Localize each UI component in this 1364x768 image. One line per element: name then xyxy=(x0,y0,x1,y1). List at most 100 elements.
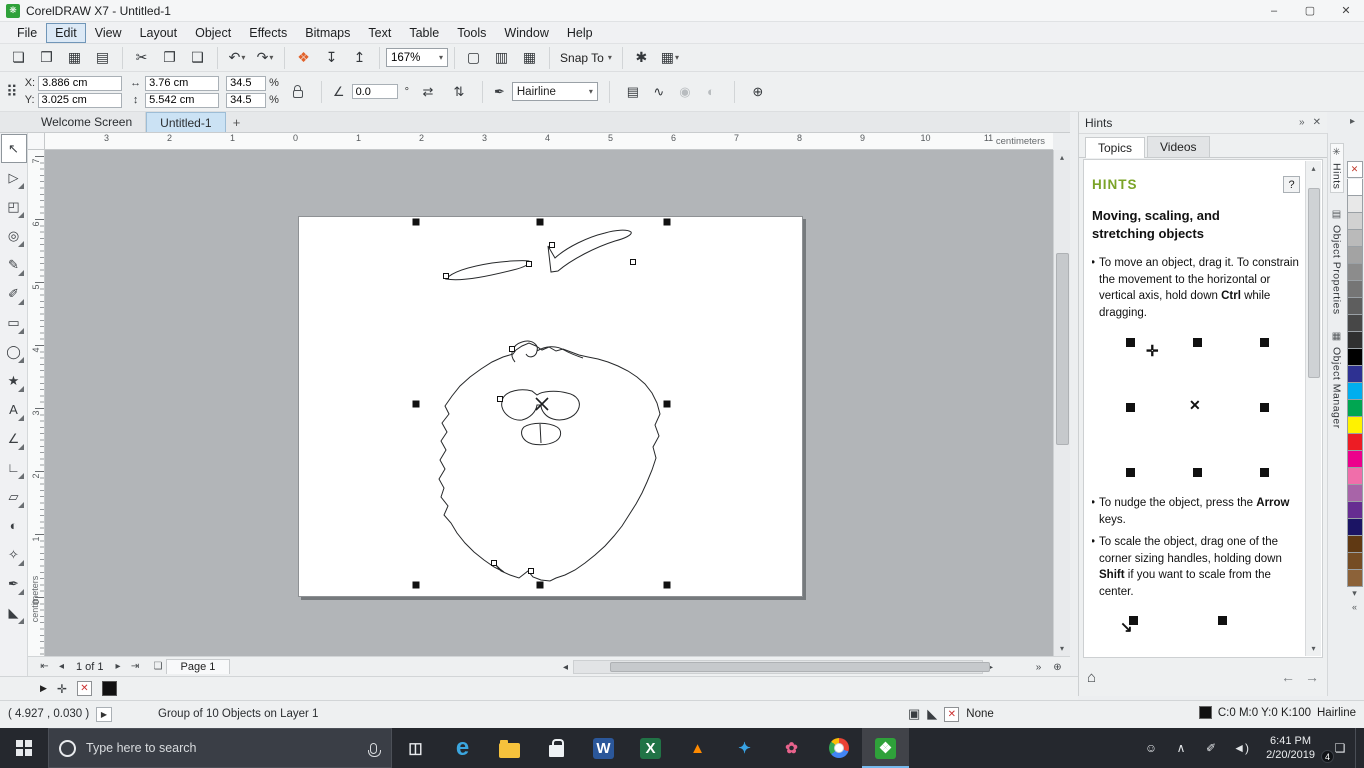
object-height-input[interactable] xyxy=(145,92,220,108)
hints-home-button[interactable]: ⌂ xyxy=(1087,669,1096,686)
menu-item[interactable]: Bitmaps xyxy=(296,23,359,43)
color-swatch[interactable] xyxy=(1346,332,1363,349)
hints-forward-button[interactable]: → xyxy=(1305,669,1319,685)
zoom-level-input[interactable] xyxy=(391,50,435,65)
color-swatch[interactable] xyxy=(1346,366,1363,383)
color-swatch[interactable] xyxy=(1346,400,1363,417)
fill-color-icon[interactable]: ◣ xyxy=(927,706,937,722)
document-navigator-button[interactable]: ⊕ xyxy=(1049,659,1066,675)
outline-pen-tool[interactable]: ✒ xyxy=(1,569,27,598)
clock[interactable]: 6:41 PM 2/20/2019 xyxy=(1256,734,1325,762)
parallel-dimension-tool[interactable]: ∠ xyxy=(1,424,27,453)
action-center-icon[interactable]: ❏ 4 xyxy=(1321,728,1355,768)
ellipse-tool[interactable]: ◯ xyxy=(1,337,27,366)
palette-scroll-down-button[interactable]: ▾ xyxy=(1352,587,1357,600)
close-button[interactable]: ✕ xyxy=(1328,0,1364,21)
scroll-down-button[interactable]: ▾ xyxy=(1054,641,1071,656)
color-swatch[interactable] xyxy=(1346,451,1363,468)
tab-untitled-1[interactable]: Untitled-1 xyxy=(146,112,226,132)
snap-to-dropdown[interactable]: Snap To ▾ xyxy=(556,48,616,67)
taskbar-app-button[interactable]: ▲ xyxy=(674,728,721,768)
show-desktop-button[interactable] xyxy=(1355,728,1360,768)
ruler-origin[interactable] xyxy=(28,133,45,150)
new-document-tab-button[interactable]: + xyxy=(226,112,248,132)
menu-item[interactable]: Object xyxy=(186,23,240,43)
horizontal-scrollbar[interactable]: ◂ ▸ xyxy=(558,659,998,675)
scale-v-input[interactable] xyxy=(226,92,267,108)
color-swatch[interactable] xyxy=(1346,264,1363,281)
zoom-dropdown-button[interactable]: ▾ xyxy=(439,53,443,62)
connector-tool[interactable]: ∟ xyxy=(1,453,27,482)
menu-item[interactable]: Layout xyxy=(131,23,187,43)
text-tool[interactable]: A xyxy=(1,395,27,424)
color-swatch[interactable] xyxy=(1346,281,1363,298)
color-swatch[interactable] xyxy=(1346,298,1363,315)
color-swatch[interactable] xyxy=(1346,196,1363,213)
mirror-horizontal-button[interactable]: ⇄ xyxy=(416,81,440,103)
scroll-up-button[interactable]: ▴ xyxy=(1054,150,1071,165)
palette-flyout-button[interactable]: « xyxy=(1352,600,1357,613)
color-swatch[interactable] xyxy=(1346,553,1363,570)
rectangle-tool[interactable]: ▭ xyxy=(1,308,27,337)
y-position-input[interactable] xyxy=(37,92,122,108)
menu-item[interactable]: View xyxy=(86,23,131,43)
pick-tool[interactable]: ↖ xyxy=(0,134,27,163)
first-page-button[interactable]: ⇤ xyxy=(36,659,53,675)
taskbar-app-button[interactable]: ✿ xyxy=(768,728,815,768)
hints-scrollbar[interactable]: ▴ ▾ xyxy=(1305,161,1321,656)
maximize-button[interactable]: ▢ xyxy=(1292,0,1328,21)
color-swatch[interactable] xyxy=(1346,485,1363,502)
scale-h-input[interactable] xyxy=(226,75,267,91)
docker-tab-object-manager[interactable]: ▦ Object Manager xyxy=(1331,331,1343,429)
interactive-fill-tool[interactable]: ◣ xyxy=(1,598,27,627)
black-color-well[interactable] xyxy=(101,681,117,696)
shape-tool[interactable]: ▷ xyxy=(1,163,27,192)
taskbar-app-button[interactable]: W xyxy=(580,728,627,768)
taskbar-app-button[interactable]: ✦ xyxy=(721,728,768,768)
no-color-swatch[interactable]: ✕ xyxy=(1346,161,1363,178)
docker-expand-button[interactable]: » xyxy=(1299,117,1305,128)
color-eyedropper-tool[interactable]: ✧ xyxy=(1,540,27,569)
navigator-flyout-button[interactable]: » xyxy=(1030,659,1047,675)
menu-item[interactable]: Window xyxy=(495,23,557,43)
menu-item[interactable]: Help xyxy=(558,23,602,43)
menu-item[interactable]: File xyxy=(8,23,46,43)
taskbar-app-button[interactable]: X xyxy=(627,728,674,768)
drop-shadow-tool[interactable]: ▱ xyxy=(1,482,27,511)
taskbar-app-button[interactable] xyxy=(486,728,533,768)
taskbar-app-button[interactable]: ◫ xyxy=(392,728,439,768)
docker-tab-hints[interactable]: ✳ Hints xyxy=(1329,143,1344,194)
rotation-angle-input[interactable] xyxy=(351,84,398,99)
vertical-scroll-thumb[interactable] xyxy=(1055,253,1069,445)
menu-item[interactable]: Table xyxy=(400,23,448,43)
no-color-well[interactable]: ✕ xyxy=(76,681,92,696)
color-swatch[interactable] xyxy=(1346,434,1363,451)
color-swatch[interactable] xyxy=(1346,247,1363,264)
last-page-button[interactable]: ⇥ xyxy=(127,659,144,675)
scroll-left-button[interactable]: ◂ xyxy=(558,659,573,675)
lock-ratio-button[interactable] xyxy=(286,81,310,103)
tab-welcome-screen[interactable]: Welcome Screen xyxy=(28,112,147,132)
next-page-button[interactable]: ▸ xyxy=(110,659,127,675)
color-swatch[interactable] xyxy=(1346,383,1363,400)
transparency-tool[interactable]: ◐ xyxy=(1,511,27,540)
crop-tool[interactable]: ◰ xyxy=(1,192,27,221)
menu-item[interactable]: Edit xyxy=(46,22,86,43)
taskbar-app-button[interactable] xyxy=(533,728,580,768)
object-width-input[interactable] xyxy=(145,75,220,91)
freehand-tool[interactable]: ✎ xyxy=(1,250,27,279)
color-swatch[interactable] xyxy=(1346,519,1363,536)
menu-item[interactable]: Text xyxy=(359,23,400,43)
quick-customize-button[interactable]: ⊕ xyxy=(746,81,770,103)
tab-topics[interactable]: Topics xyxy=(1085,137,1146,158)
polygon-tool[interactable]: ★ xyxy=(1,366,27,395)
microphone-icon[interactable] xyxy=(368,742,381,757)
color-swatch[interactable] xyxy=(1346,417,1363,434)
taskbar-app-button[interactable] xyxy=(815,728,862,768)
minimize-button[interactable]: – xyxy=(1256,0,1292,21)
taskbar-search[interactable]: Type here to search xyxy=(48,728,392,768)
docker-close-button[interactable]: ✕ xyxy=(1313,117,1321,128)
x-position-input[interactable] xyxy=(38,75,123,91)
taskbar-app-button[interactable]: e xyxy=(439,728,486,768)
color-swatch[interactable] xyxy=(1346,536,1363,553)
